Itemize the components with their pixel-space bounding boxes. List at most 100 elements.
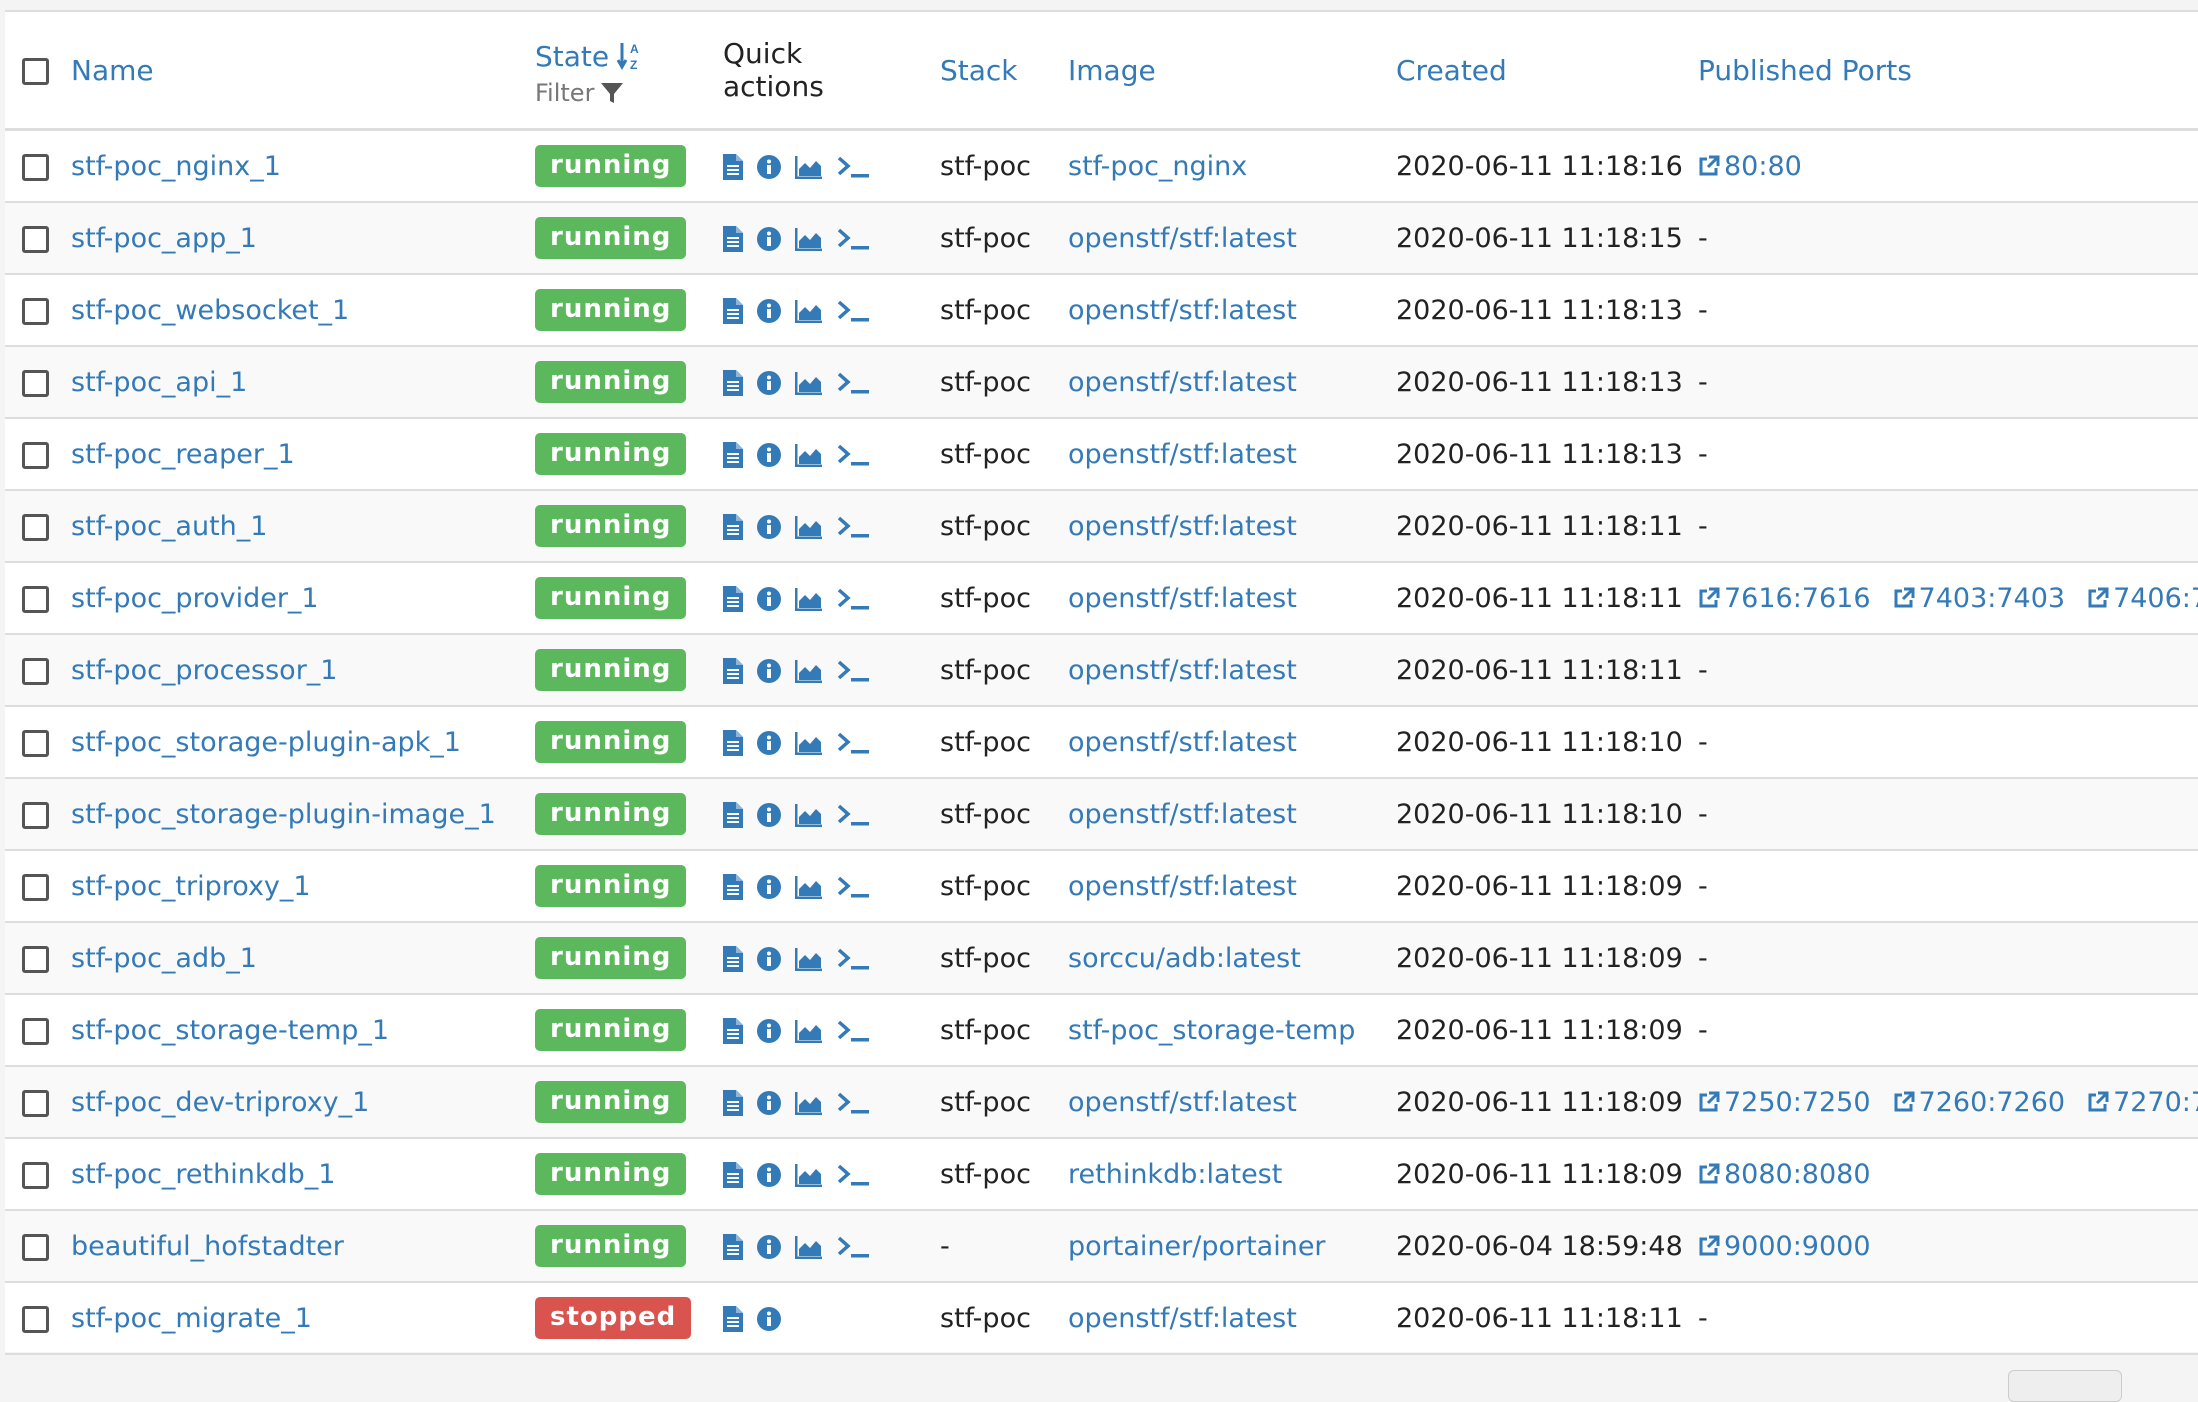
image-link[interactable]: stf-poc_storage-temp [1068, 1015, 1355, 1046]
inspect-info-icon[interactable] [757, 1163, 781, 1187]
container-name-link[interactable]: stf-poc_triproxy_1 [71, 871, 311, 902]
inspect-info-icon[interactable] [757, 659, 781, 683]
row-checkbox[interactable] [22, 1017, 49, 1045]
logs-file-icon[interactable] [723, 1018, 743, 1044]
inspect-info-icon[interactable] [757, 1307, 781, 1331]
console-terminal-icon[interactable] [837, 947, 871, 971]
console-terminal-icon[interactable] [837, 587, 871, 611]
logs-file-icon[interactable] [723, 154, 743, 180]
image-link[interactable]: openstf/stf:latest [1068, 439, 1297, 470]
image-link[interactable]: openstf/stf:latest [1068, 583, 1297, 614]
stats-chart-icon[interactable] [795, 587, 823, 611]
published-port-link[interactable]: 80:80 [1698, 151, 1802, 182]
published-port-link[interactable]: 7403:7403 [1893, 583, 2065, 614]
console-terminal-icon[interactable] [837, 515, 871, 539]
published-port-link[interactable]: 8080:8080 [1698, 1159, 1871, 1190]
ports-column-header[interactable]: Published Ports [1698, 54, 1912, 87]
stats-chart-icon[interactable] [795, 1163, 823, 1187]
published-port-link[interactable]: 7616:7616 [1698, 583, 1871, 614]
container-name-link[interactable]: stf-poc_adb_1 [71, 943, 257, 974]
console-terminal-icon[interactable] [837, 731, 871, 755]
inspect-info-icon[interactable] [757, 299, 781, 323]
logs-file-icon[interactable] [723, 802, 743, 828]
logs-file-icon[interactable] [723, 874, 743, 900]
published-port-link[interactable]: 7406:7406 [2087, 583, 2198, 614]
image-link[interactable]: openstf/stf:latest [1068, 871, 1297, 902]
inspect-info-icon[interactable] [757, 155, 781, 179]
image-link[interactable]: openstf/stf:latest [1068, 511, 1297, 542]
state-column-header[interactable]: State [535, 40, 609, 73]
logs-file-icon[interactable] [723, 1090, 743, 1116]
stats-chart-icon[interactable] [795, 875, 823, 899]
logs-file-icon[interactable] [723, 658, 743, 684]
row-checkbox[interactable] [22, 1233, 49, 1261]
inspect-info-icon[interactable] [757, 443, 781, 467]
console-terminal-icon[interactable] [837, 875, 871, 899]
published-port-link[interactable]: 9000:9000 [1698, 1231, 1871, 1262]
stats-chart-icon[interactable] [795, 155, 823, 179]
container-name-link[interactable]: stf-poc_reaper_1 [71, 439, 295, 470]
container-name-link[interactable]: stf-poc_websocket_1 [71, 295, 349, 326]
console-terminal-icon[interactable] [837, 659, 871, 683]
inspect-info-icon[interactable] [757, 1235, 781, 1259]
row-checkbox[interactable] [22, 657, 49, 685]
stats-chart-icon[interactable] [795, 731, 823, 755]
row-checkbox[interactable] [22, 729, 49, 757]
state-filter[interactable]: Filter [535, 79, 723, 107]
stats-chart-icon[interactable] [795, 299, 823, 323]
image-link[interactable]: openstf/stf:latest [1068, 367, 1297, 398]
inspect-info-icon[interactable] [757, 1019, 781, 1043]
row-checkbox[interactable] [22, 873, 49, 901]
stats-chart-icon[interactable] [795, 515, 823, 539]
pagination-button[interactable] [2008, 1370, 2122, 1402]
row-checkbox[interactable] [22, 153, 49, 181]
stats-chart-icon[interactable] [795, 1019, 823, 1043]
image-link[interactable]: stf-poc_nginx [1068, 151, 1247, 182]
published-port-link[interactable]: 7260:7260 [1893, 1087, 2065, 1118]
console-terminal-icon[interactable] [837, 299, 871, 323]
console-terminal-icon[interactable] [837, 1235, 871, 1259]
image-link[interactable]: openstf/stf:latest [1068, 1303, 1297, 1334]
row-checkbox[interactable] [22, 1089, 49, 1117]
image-link[interactable]: rethinkdb:latest [1068, 1159, 1282, 1190]
inspect-info-icon[interactable] [757, 731, 781, 755]
logs-file-icon[interactable] [723, 370, 743, 396]
sort-alpha-asc-icon[interactable]: A Z [617, 41, 643, 71]
stats-chart-icon[interactable] [795, 1091, 823, 1115]
container-name-link[interactable]: stf-poc_provider_1 [71, 583, 319, 614]
image-link[interactable]: sorccu/adb:latest [1068, 943, 1301, 974]
image-link[interactable]: openstf/stf:latest [1068, 223, 1297, 254]
row-checkbox[interactable] [22, 225, 49, 253]
row-checkbox[interactable] [22, 1161, 49, 1189]
logs-file-icon[interactable] [723, 1234, 743, 1260]
row-checkbox[interactable] [22, 441, 49, 469]
image-link[interactable]: openstf/stf:latest [1068, 799, 1297, 830]
stats-chart-icon[interactable] [795, 947, 823, 971]
container-name-link[interactable]: stf-poc_nginx_1 [71, 151, 281, 182]
stats-chart-icon[interactable] [795, 443, 823, 467]
stats-chart-icon[interactable] [795, 1235, 823, 1259]
console-terminal-icon[interactable] [837, 443, 871, 467]
select-all-checkbox[interactable] [22, 58, 49, 85]
published-port-link[interactable]: 7250:7250 [1698, 1087, 1871, 1118]
inspect-info-icon[interactable] [757, 1091, 781, 1115]
image-link[interactable]: openstf/stf:latest [1068, 727, 1297, 758]
container-name-link[interactable]: stf-poc_rethinkdb_1 [71, 1159, 335, 1190]
logs-file-icon[interactable] [723, 442, 743, 468]
container-name-link[interactable]: stf-poc_storage-plugin-image_1 [71, 799, 496, 830]
console-terminal-icon[interactable] [837, 1163, 871, 1187]
container-name-link[interactable]: stf-poc_storage-plugin-apk_1 [71, 727, 461, 758]
console-terminal-icon[interactable] [837, 1019, 871, 1043]
inspect-info-icon[interactable] [757, 227, 781, 251]
row-checkbox[interactable] [22, 513, 49, 541]
container-name-link[interactable]: stf-poc_auth_1 [71, 511, 267, 542]
logs-file-icon[interactable] [723, 514, 743, 540]
logs-file-icon[interactable] [723, 298, 743, 324]
row-checkbox[interactable] [22, 945, 49, 973]
stack-column-header[interactable]: Stack [940, 54, 1018, 87]
stats-chart-icon[interactable] [795, 227, 823, 251]
container-name-link[interactable]: stf-poc_dev-triproxy_1 [71, 1087, 369, 1118]
published-port-link[interactable]: 7270:7270 [2087, 1087, 2198, 1118]
image-link[interactable]: portainer/portainer [1068, 1231, 1326, 1262]
console-terminal-icon[interactable] [837, 1091, 871, 1115]
